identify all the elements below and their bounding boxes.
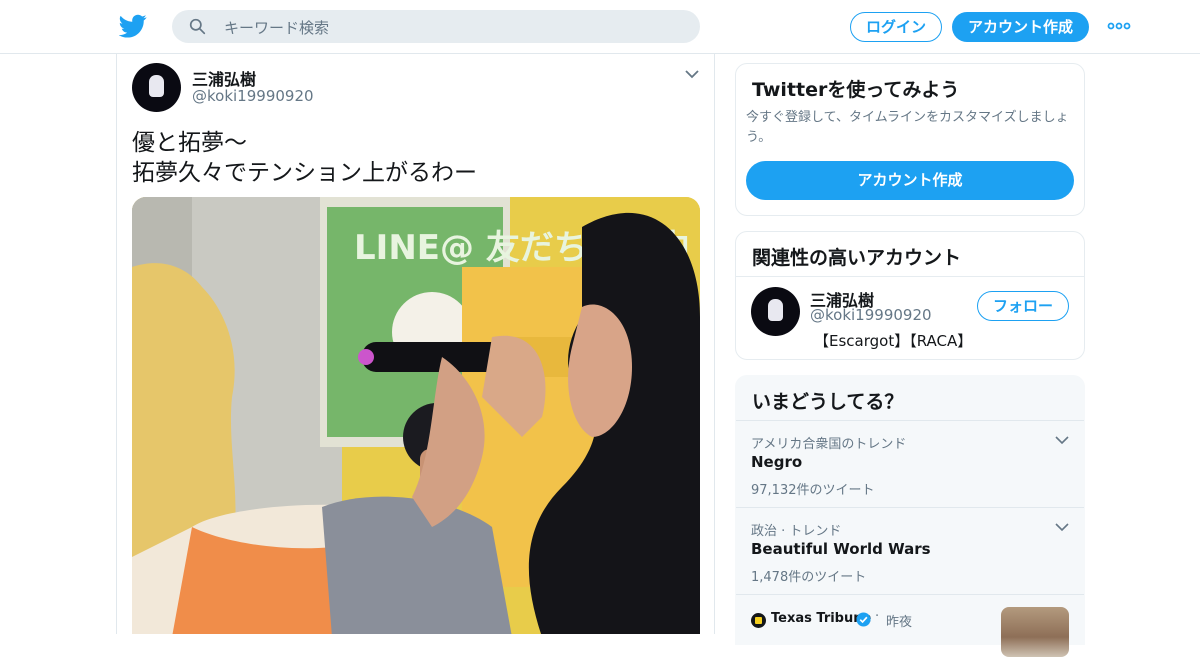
search-input[interactable]: キーワード検索 bbox=[224, 17, 329, 38]
trend-tweet-count: 1,478件のツイート bbox=[751, 570, 867, 585]
verified-badge-icon bbox=[856, 612, 871, 627]
signup-card-title: Twitterを使ってみよう bbox=[752, 79, 960, 101]
trend-item[interactable]: アメリカ合衆国のトレンド Negro 97,132件のツイート bbox=[736, 421, 1084, 507]
tweet-author-handle[interactable]: @koki19990920 bbox=[192, 87, 314, 105]
tweet-card: 三浦弘樹 @koki19990920 優と拓夢～ 拓夢久々でテンション上がるわー… bbox=[116, 54, 715, 634]
chevron-down-icon[interactable] bbox=[684, 68, 700, 80]
related-accounts-title: 関連性の高いアカウント bbox=[752, 247, 962, 269]
trend-name[interactable]: Negro bbox=[751, 453, 802, 471]
news-item[interactable]: Texas Tribune · 昨夜 bbox=[736, 603, 1084, 657]
news-time: 昨夜 bbox=[886, 615, 913, 630]
tweet-text-line: 拓夢久々でテンション上がるわー bbox=[132, 160, 477, 186]
signup-button[interactable]: アカウント作成 bbox=[952, 12, 1089, 42]
chevron-down-icon[interactable] bbox=[1055, 522, 1069, 532]
tweet-photo-illustration: LINE@ 友だち募集中 bbox=[132, 197, 700, 634]
top-navigation-bar: キーワード検索 ログイン アカウント作成 bbox=[0, 0, 1200, 54]
trend-name[interactable]: Beautiful World Wars bbox=[751, 540, 931, 558]
divider bbox=[736, 594, 1084, 595]
tweet-photo[interactable]: LINE@ 友だち募集中 bbox=[132, 197, 700, 634]
avatar[interactable] bbox=[132, 63, 181, 112]
tweet-text: 優と拓夢～ 拓夢久々でテンション上がるわー bbox=[132, 128, 477, 188]
signup-card-button[interactable]: アカウント作成 bbox=[746, 161, 1074, 200]
related-account-bio: 【Escargot】【RACA】 bbox=[814, 332, 973, 350]
trend-item[interactable]: 政治 · トレンド Beautiful World Wars 1,478件のツイ… bbox=[736, 508, 1084, 594]
divider bbox=[736, 276, 1084, 277]
more-options-icon[interactable] bbox=[1107, 18, 1131, 34]
trends-title: いまどうしてる？ bbox=[752, 391, 904, 413]
search-icon bbox=[189, 18, 206, 35]
login-button[interactable]: ログイン bbox=[850, 12, 942, 42]
avatar[interactable] bbox=[751, 287, 800, 336]
news-source-icon bbox=[751, 613, 766, 628]
chevron-down-icon[interactable] bbox=[1055, 435, 1069, 445]
trends-card: いまどうしてる？ アメリカ合衆国のトレンド Negro 97,132件のツイート… bbox=[735, 375, 1085, 657]
signup-card: Twitterを使ってみよう 今すぐ登録して、タイムラインをカスタマイズしましょ… bbox=[735, 63, 1085, 216]
signup-card-description: 今すぐ登録して、タイムラインをカスタマイズしましょう。 bbox=[746, 110, 1069, 145]
trend-context: アメリカ合衆国のトレンド bbox=[751, 437, 907, 452]
related-account-handle[interactable]: @koki19990920 bbox=[810, 306, 932, 324]
twitter-bird-icon[interactable] bbox=[119, 12, 147, 40]
search-box[interactable]: キーワード検索 bbox=[172, 10, 700, 43]
separator-dot: · bbox=[875, 609, 880, 624]
news-thumbnail[interactable] bbox=[1001, 607, 1069, 657]
trend-context: 政治 · トレンド bbox=[751, 524, 842, 539]
follow-button[interactable]: フォロー bbox=[977, 291, 1069, 321]
trend-tweet-count: 97,132件のツイート bbox=[751, 483, 875, 498]
related-accounts-card: 関連性の高いアカウント 三浦弘樹 @koki19990920 【Escargot… bbox=[735, 231, 1085, 360]
tweet-text-line: 優と拓夢～ bbox=[132, 130, 247, 156]
